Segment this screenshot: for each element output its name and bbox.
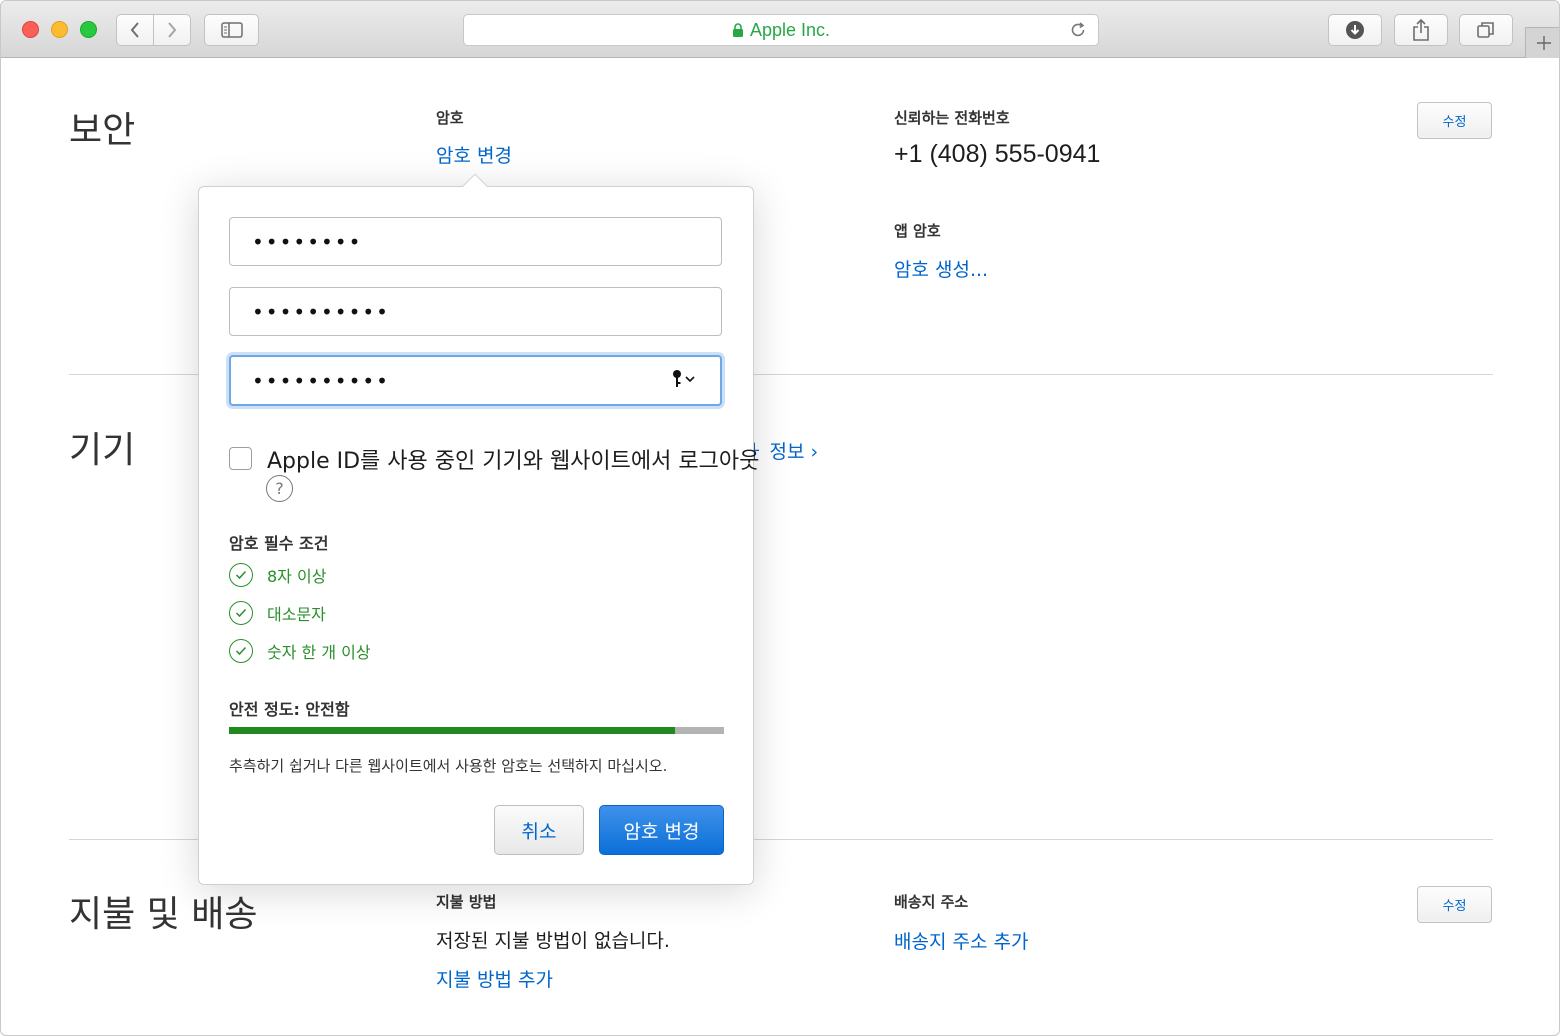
tabs-overview-button[interactable] bbox=[1459, 14, 1513, 46]
new-password-field[interactable]: •••••••••• bbox=[229, 287, 722, 336]
strength-meter-fill bbox=[229, 727, 675, 734]
tabs-icon bbox=[1477, 22, 1494, 38]
key-icon bbox=[673, 370, 681, 387]
help-icon[interactable]: ? bbox=[266, 475, 293, 502]
requirement-text: 숫자 한 개 이상 bbox=[267, 643, 371, 662]
add-payment-link[interactable]: 지불 방법 추가 bbox=[436, 965, 553, 992]
security-edit-button[interactable]: 수정 bbox=[1417, 102, 1492, 139]
strength-meter bbox=[229, 727, 724, 734]
close-window-button[interactable] bbox=[22, 21, 39, 38]
minimize-window-button[interactable] bbox=[51, 21, 68, 38]
requirements-title: 암호 필수 조건 bbox=[229, 534, 329, 553]
app-password-label: 앱 암호 bbox=[894, 222, 941, 240]
check-circle-icon bbox=[229, 563, 253, 587]
password-hint: 추측하기 쉽거나 다른 웹사이트에서 사용한 암호는 선택하지 마십시오. bbox=[229, 757, 668, 775]
plus-icon bbox=[1536, 36, 1551, 50]
popover-arrow bbox=[459, 172, 489, 187]
trusted-phone-value: +1 (408) 555-0941 bbox=[894, 140, 1101, 168]
sidebar-icon bbox=[220, 22, 243, 38]
payment-method-label: 지불 방법 bbox=[436, 893, 497, 911]
devices-section-title: 기기 bbox=[69, 430, 136, 471]
requirement-text: 대소문자 bbox=[267, 605, 326, 624]
cancel-button[interactable]: 취소 bbox=[494, 805, 584, 855]
current-password-field[interactable]: •••••••• bbox=[229, 217, 722, 266]
payment-edit-button[interactable]: 수정 bbox=[1417, 886, 1492, 923]
forward-button[interactable] bbox=[153, 15, 190, 45]
lock-icon bbox=[732, 22, 743, 37]
no-payment-text: 저장된 지불 방법이 없습니다. bbox=[436, 930, 670, 952]
navigation-buttons bbox=[116, 14, 191, 46]
security-section-title: 보안 bbox=[69, 110, 136, 151]
back-button[interactable] bbox=[117, 15, 153, 45]
check-circle-icon bbox=[229, 639, 253, 663]
zoom-window-button[interactable] bbox=[80, 21, 97, 38]
current-password-value: •••••••• bbox=[252, 229, 363, 254]
chevron-down-icon bbox=[685, 376, 695, 383]
trusted-phone-label: 신뢰하는 전화번호 bbox=[894, 109, 1010, 127]
share-icon bbox=[1413, 19, 1429, 41]
new-password-value: •••••••••• bbox=[252, 299, 390, 324]
url-text: Apple Inc. bbox=[749, 19, 831, 40]
chevron-right-icon bbox=[168, 22, 177, 38]
change-password-popover: •••••••• •••••••••• •••••••••• Apple ID를… bbox=[198, 186, 759, 885]
shipping-address-label: 배송지 주소 bbox=[894, 893, 969, 911]
reload-icon[interactable] bbox=[1068, 20, 1088, 40]
payment-section-title: 지불 및 배송 bbox=[69, 894, 258, 935]
confirm-password-value: •••••••••• bbox=[252, 368, 390, 393]
keychain-autofill-button[interactable] bbox=[672, 369, 696, 389]
requirement-item: 대소문자 bbox=[229, 601, 326, 625]
requirement-text: 8자 이상 bbox=[267, 567, 327, 586]
chevron-left-icon bbox=[130, 22, 139, 38]
download-icon bbox=[1346, 21, 1364, 39]
requirement-item: 8자 이상 bbox=[229, 563, 326, 587]
confirm-password-field[interactable]: •••••••••• bbox=[229, 355, 722, 406]
browser-window: Apple Inc. 보안 암호 암호 변경 신뢰하는 전화번호 +1 (408… bbox=[0, 0, 1560, 1036]
change-password-link[interactable]: 암호 변경 bbox=[436, 141, 512, 168]
requirement-item: 숫자 한 개 이상 bbox=[229, 639, 371, 663]
browser-toolbar: Apple Inc. bbox=[1, 1, 1559, 58]
downloads-button[interactable] bbox=[1328, 14, 1382, 46]
generate-password-link[interactable]: 암호 생성... bbox=[894, 255, 988, 282]
add-shipping-link[interactable]: 배송지 주소 추가 bbox=[894, 927, 1028, 954]
new-tab-button[interactable] bbox=[1525, 27, 1559, 58]
password-label: 암호 bbox=[436, 109, 464, 127]
address-bar[interactable]: Apple Inc. bbox=[463, 14, 1099, 46]
check-circle-icon bbox=[229, 601, 253, 625]
change-password-button[interactable]: 암호 변경 bbox=[599, 805, 724, 855]
share-button[interactable] bbox=[1394, 14, 1448, 46]
strength-label: 안전 정도: 안전함 bbox=[229, 700, 350, 719]
logout-checkbox[interactable] bbox=[229, 447, 252, 470]
sidebar-button[interactable] bbox=[204, 14, 259, 46]
logout-checkbox-label: Apple ID를 사용 중인 기기와 웹사이트에서 로그아웃 bbox=[267, 449, 760, 474]
